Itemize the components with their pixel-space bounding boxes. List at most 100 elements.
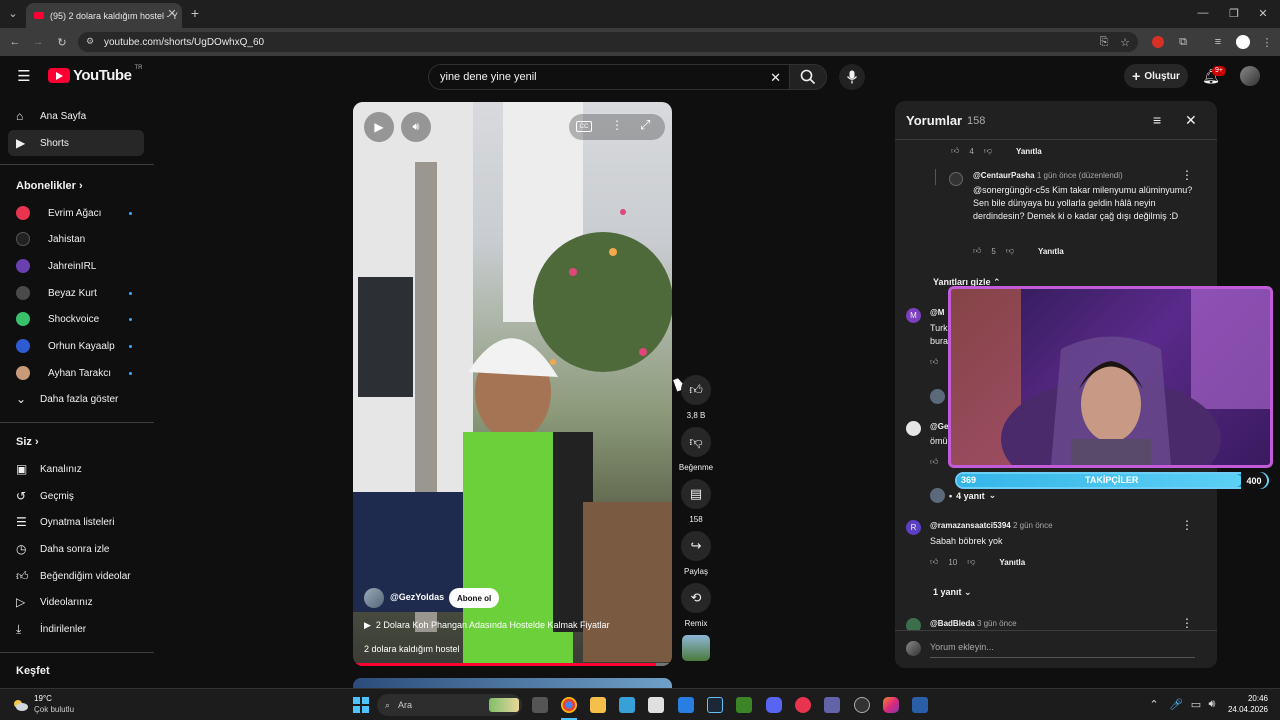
reply-button[interactable]: Yanıtla [1038, 247, 1064, 256]
obs-icon[interactable] [854, 697, 870, 713]
commenter-avatar[interactable]: R [906, 520, 921, 535]
volume-tray-icon[interactable]: 🔊︎ [1206, 697, 1218, 711]
tab-list-icon[interactable]: ⌄ [6, 6, 20, 20]
search-input[interactable]: yine dene yine yenil ✕ [428, 64, 790, 90]
comment-author[interactable]: @ramazansaatci5394 [930, 521, 1011, 530]
mic-tray-icon[interactable]: 🎤︎ [1169, 697, 1183, 711]
sidebar-sub-item[interactable]: JahreinIRL [8, 253, 144, 279]
commenter-avatar[interactable] [906, 421, 921, 436]
windows-start-icon[interactable] [353, 697, 369, 713]
comment-author[interactable]: @Ge [930, 422, 948, 431]
thumbs-up-icon[interactable]: 👍︎ [951, 146, 959, 156]
clock-date[interactable]: 24.04.2026 [1222, 705, 1268, 714]
comment-author[interactable]: @CentaurPasha [973, 171, 1035, 180]
sidebar-sub-item[interactable]: Ayhan Tarakcı [8, 360, 144, 386]
sidebar-sub-item[interactable]: Jahistan [8, 226, 144, 252]
profile-avatar[interactable] [1236, 35, 1250, 49]
hamburger-menu-icon[interactable]: ☰ [16, 68, 32, 85]
extension-icon[interactable] [1152, 36, 1164, 48]
thumbs-up-icon[interactable]: 👍︎ [930, 457, 938, 467]
chrome-menu-icon[interactable]: ⋮ [1260, 35, 1274, 49]
comment-input[interactable]: Yorum ekleyin... [930, 642, 1195, 658]
show-more-button[interactable]: ⌄ Daha fazla göster [8, 386, 144, 412]
minimize-icon[interactable]: — [1196, 6, 1210, 20]
captions-icon[interactable]: CC [576, 121, 592, 132]
media-app-icon[interactable] [795, 697, 811, 713]
sidebar-item-watch-later[interactable]: ◷ Daha sonra izle [8, 536, 144, 562]
taskbar-search[interactable]: ⌕ Ara [377, 694, 522, 716]
task-view-icon[interactable] [532, 697, 548, 713]
sidebar-item-your-channel[interactable]: ▣ Kanalınız [8, 456, 144, 482]
linked-video-link[interactable]: ▶ 2 Dolara Koh Phangan Adasında Hostelde… [364, 620, 610, 631]
media-control-icon[interactable]: ≡ [1211, 35, 1225, 49]
comment-menu-icon[interactable]: ⋮ [1181, 616, 1193, 630]
comment-menu-icon[interactable]: ⋮ [1181, 518, 1193, 532]
sidebar-item-liked-videos[interactable]: 👍︎ Beğendiğim videolar [8, 563, 144, 589]
view-replies-button[interactable]: • 4 yanıt ⌄ [930, 488, 996, 503]
dislike-button[interactable]: 👎︎ [681, 427, 711, 457]
comment-author[interactable]: @M [930, 308, 944, 317]
close-comments-icon[interactable]: ✕ [1185, 112, 1197, 129]
progress-track[interactable] [353, 663, 672, 666]
display-icon[interactable]: ▭ [1190, 697, 1202, 711]
reload-icon[interactable]: ↻ [55, 35, 69, 49]
next-short-preview[interactable] [353, 678, 672, 688]
teams-icon[interactable] [824, 697, 840, 713]
clock-time[interactable]: 20:46 [1228, 694, 1268, 703]
back-icon[interactable]: ← [8, 35, 22, 49]
more-options-icon[interactable]: ⋮ [611, 118, 623, 132]
comments-button[interactable]: ▤ [681, 479, 711, 509]
sidebar-sub-item[interactable]: Orhun Kayaalp [8, 333, 144, 359]
file-explorer-icon[interactable] [590, 697, 606, 713]
thumbs-up-icon[interactable]: 👍︎ [973, 246, 981, 256]
thumbs-up-icon[interactable]: 👍︎ [930, 357, 938, 367]
voice-search-button[interactable] [839, 64, 865, 90]
tray-overflow-icon[interactable]: ⌃ [1148, 697, 1160, 711]
thumbs-up-icon[interactable]: 👍︎ [930, 557, 938, 567]
sidebar-item-downloads[interactable]: ⤓ İndirilenler [8, 616, 144, 642]
reply-button[interactable]: Yanıtla [999, 558, 1025, 567]
close-window-icon[interactable]: ✕ [1256, 6, 1270, 20]
play-button[interactable]: ▶ [364, 112, 394, 142]
share-button[interactable]: ↪ [681, 531, 711, 561]
search-button[interactable] [789, 64, 827, 90]
store-icon[interactable] [648, 697, 664, 713]
view-replies-button[interactable]: 1 yanıt ⌄ [933, 587, 972, 598]
browser-tab[interactable]: (95) 2 dolara kaldığım hostel - Y [26, 3, 182, 28]
close-tab-icon[interactable]: ✕ [166, 7, 178, 20]
subscriptions-heading[interactable]: Abonelikler › [16, 180, 83, 192]
restore-icon[interactable]: ❐ [1227, 6, 1241, 20]
instagram-icon[interactable] [883, 697, 899, 713]
thumbs-down-icon[interactable]: 👎︎ [984, 146, 992, 156]
app-icon[interactable] [619, 697, 635, 713]
sidebar-sub-item[interactable]: Shockvoice [8, 306, 144, 332]
sidebar-item-your-videos[interactable]: ▷ Videolarınız [8, 589, 144, 615]
create-button[interactable]: + Oluştur [1124, 64, 1188, 88]
steam-icon[interactable] [707, 697, 723, 713]
url-field[interactable]: ⚙ youtube.com/shorts/UgDOwhxQ_60 [78, 32, 1138, 52]
forward-icon[interactable]: → [31, 35, 45, 49]
chrome-taskbar-icon[interactable] [561, 697, 577, 713]
commenter-avatar[interactable]: M [906, 308, 921, 323]
commenter-avatar[interactable] [949, 172, 963, 186]
comment-author[interactable]: @BadBleda [930, 619, 975, 628]
extensions-puzzle-icon[interactable]: ⧉ [1176, 35, 1190, 49]
comment-menu-icon[interactable]: ⋮ [1181, 168, 1193, 182]
new-tab-icon[interactable]: + [188, 5, 202, 21]
channel-handle[interactable]: @GezYoldas [390, 592, 444, 602]
sidebar-sub-item[interactable]: Evrim Ağacı [8, 200, 144, 226]
subscribe-button[interactable]: Abone ol [449, 588, 500, 608]
clear-search-icon[interactable]: ✕ [770, 70, 781, 86]
sound-thumbnail[interactable] [682, 635, 710, 661]
thumbs-down-icon[interactable]: 👎︎ [967, 557, 975, 567]
sidebar-item-playlists[interactable]: ☰ Oynatma listeleri [8, 509, 144, 535]
fullscreen-icon[interactable]: ⤢ [640, 117, 650, 133]
shorts-video-player[interactable]: ▶ 🔊︎ CC ⋮ ⤢ @GezYoldas Abone ol ▶ 2 Dola… [353, 102, 672, 666]
sidebar-sub-item[interactable]: Beyaz Kurt [8, 280, 144, 306]
thumbs-down-icon[interactable]: 👎︎ [1006, 246, 1014, 256]
reply-button[interactable]: Yanıtla [1016, 147, 1042, 156]
sidebar-item-home[interactable]: ⌂ Ana Sayfa [8, 103, 144, 129]
account-avatar[interactable] [1240, 66, 1260, 86]
remix-button[interactable]: ⟲ [681, 583, 711, 613]
volume-button[interactable]: 🔊︎ [401, 112, 431, 142]
